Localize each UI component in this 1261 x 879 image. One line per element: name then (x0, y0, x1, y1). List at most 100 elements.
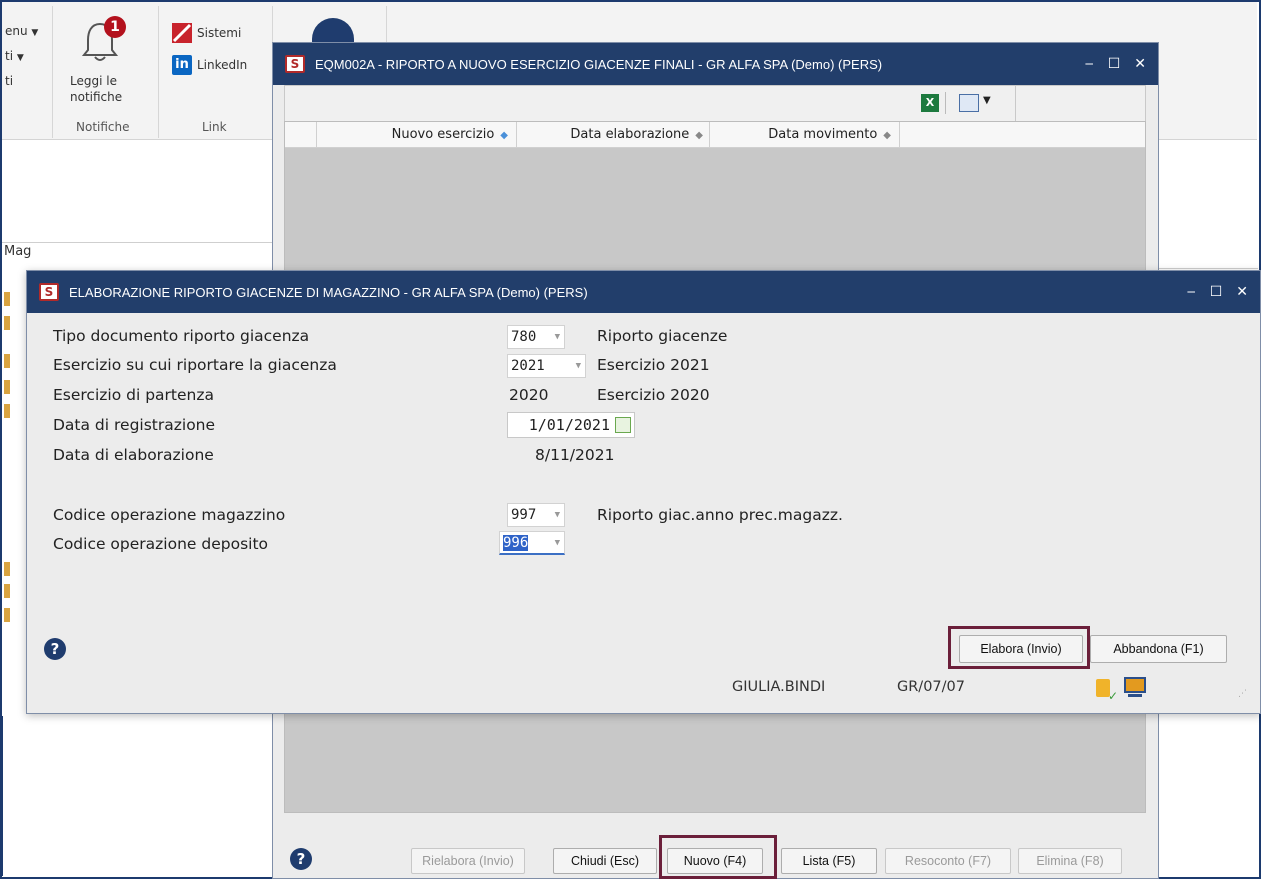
date-value: 1/01/2021 (528, 416, 610, 434)
toolbar-separator (1015, 86, 1016, 122)
codice-magazzino-description: Riporto giac.anno prec.magazz. (597, 506, 843, 524)
left-pane-label: Mag (4, 244, 32, 259)
excel-export-icon[interactable]: X (921, 94, 939, 112)
esercizio-riporto-combo[interactable]: 2021 ▼ (507, 354, 586, 378)
sistemi-link[interactable]: Sistemi (172, 22, 241, 44)
column-label: Data movimento (768, 127, 878, 142)
esercizio-partenza-label: Esercizio di partenza (53, 386, 214, 404)
close-icon[interactable]: ✕ (1134, 56, 1146, 72)
tree-node[interactable] (4, 608, 10, 622)
grid-settings-icon[interactable] (959, 94, 979, 112)
chevron-down-icon[interactable]: ▼ (983, 95, 991, 106)
window-controls: ‒ ☐ ✕ (1085, 56, 1146, 72)
esercizio-riporto-description: Esercizio 2021 (597, 356, 710, 374)
chevron-down-icon: ▼ (575, 361, 581, 371)
tree-node[interactable] (4, 404, 10, 418)
tree-node[interactable] (4, 292, 10, 306)
codice-magazzino-label: Codice operazione magazzino (53, 506, 286, 524)
tree-node[interactable] (4, 380, 10, 394)
group-label-notifiche: Notifiche (76, 120, 130, 134)
sistemi-logo-icon (172, 23, 192, 43)
ribbon-item-2[interactable]: ti ▼ (5, 49, 24, 63)
calendar-icon[interactable] (615, 417, 631, 433)
tree-node[interactable] (4, 316, 10, 330)
codice-deposito-combo[interactable]: 996 ▼ (499, 531, 565, 555)
tree-node[interactable] (4, 562, 10, 576)
dialog-form: Tipo documento riporto giacenza 780 ▼ Rip… (28, 313, 1259, 713)
pane-divider (1158, 268, 1258, 269)
group-label-link: Link (202, 120, 227, 134)
monitor-icon (1124, 677, 1146, 693)
codice-deposito-label: Codice operazione deposito (53, 535, 269, 553)
chevron-down-icon: ▼ (554, 510, 560, 520)
combo-value: 780 (511, 329, 537, 345)
help-icon[interactable]: ? (44, 638, 66, 660)
minimize-icon[interactable]: ‒ (1085, 56, 1094, 72)
highlight-elabora (948, 626, 1090, 669)
close-icon[interactable]: ✕ (1236, 284, 1248, 300)
tipo-documento-description: Riporto giacenze (597, 327, 728, 345)
dialog-elaborazione: S ELABORAZIONE RIPORTO GIACENZE DI MAGAZ… (26, 270, 1261, 714)
pane-divider (2, 242, 272, 243)
column-header-data-movimento[interactable]: Data movimento ◆ (710, 122, 900, 148)
window-title: EQM002A - RIPORTO A NUOVO ESERCIZIO GIAC… (315, 56, 883, 72)
esercizio-partenza-description: Esercizio 2020 (597, 386, 710, 404)
tipo-documento-combo[interactable]: 780 ▼ (507, 325, 565, 349)
ribbon-separator (158, 6, 159, 138)
tree-node[interactable] (4, 354, 10, 368)
sort-icon: ◆ (695, 130, 703, 141)
check-icon: ✓ (1108, 689, 1119, 703)
chevron-down-icon: ▼ (554, 538, 560, 548)
abbandona-button[interactable]: Abbandona (F1) (1090, 635, 1227, 663)
ribbon-item-3[interactable]: ti (5, 74, 13, 88)
esercizio-riporto-label: Esercizio su cui riportare la giacenza (53, 356, 337, 374)
notifications-label-line1: Leggi le (70, 74, 117, 88)
notifications-label-line2: notifiche (70, 90, 123, 104)
dialog-titlebar[interactable]: S ELABORAZIONE RIPORTO GIACENZE DI MAGAZ… (27, 271, 1260, 313)
data-registrazione-input[interactable]: 1/01/2021 (507, 412, 635, 438)
notifications-button[interactable]: 1 Leggi le notifiche (66, 16, 144, 112)
column-label: Nuovo esercizio (391, 127, 495, 142)
combo-value: 2021 (511, 358, 545, 374)
ribbon-item-3-label: ti (5, 74, 14, 88)
sort-icon: ◆ (500, 130, 508, 141)
resize-grip-icon[interactable]: ⋰ (1238, 689, 1247, 699)
codice-magazzino-combo[interactable]: 997 ▼ (507, 503, 565, 527)
combo-value-selected: 996 (503, 535, 529, 551)
resoconto-button[interactable]: Resoconto (F7) (885, 848, 1011, 874)
data-registrazione-label: Data di registrazione (53, 416, 216, 434)
window-titlebar[interactable]: S EQM002A - RIPORTO A NUOVO ESERCIZIO GI… (273, 43, 1158, 85)
chevron-down-icon: ▼ (16, 53, 24, 63)
tipo-documento-label: Tipo documento riporto giacenza (53, 327, 310, 345)
maximize-icon[interactable]: ☐ (1210, 284, 1223, 300)
combo-value: 997 (511, 507, 537, 523)
status-user: GIULIA.BINDI (732, 679, 826, 695)
minimize-icon[interactable]: ‒ (1187, 284, 1196, 300)
lista-button[interactable]: Lista (F5) (781, 848, 877, 874)
sort-icon: ◆ (883, 130, 891, 141)
linkedin-link[interactable]: in LinkedIn (172, 54, 247, 76)
window-button-bar: ? Rielabora (Invio) Chiudi (Esc) Nuovo (… (273, 823, 1158, 879)
ribbon-item-2-label: ti (5, 49, 14, 63)
column-header-data-elaborazione[interactable]: Data elaborazione ◆ (517, 122, 710, 148)
chevron-down-icon: ▼ (31, 28, 39, 38)
grid-header: Nuovo esercizio ◆ Data elaborazione ◆ Data… (285, 122, 1145, 148)
elimina-button[interactable]: Elimina (F8) (1018, 848, 1122, 874)
ribbon-menu-label: enu (5, 24, 28, 38)
app-logo-icon: S (285, 55, 305, 73)
chevron-down-icon: ▼ (554, 332, 560, 342)
column-header-nuovo-esercizio[interactable]: Nuovo esercizio ◆ (317, 122, 517, 148)
grid-row-indicator-header (285, 122, 317, 148)
esercizio-partenza-value: 2020 (509, 386, 549, 404)
column-label: Data elaborazione (570, 127, 690, 142)
ribbon-menu-item[interactable]: enu ▼ (5, 24, 38, 38)
dialog-title: ELABORAZIONE RIPORTO GIACENZE DI MAGAZZI… (69, 284, 588, 300)
chiudi-button[interactable]: Chiudi (Esc) (553, 848, 657, 874)
maximize-icon[interactable]: ☐ (1108, 56, 1121, 72)
highlight-nuovo (659, 835, 777, 879)
window-controls: ‒ ☐ ✕ (1187, 284, 1248, 300)
app-left-border (2, 716, 3, 876)
rielabora-button[interactable]: Rielabora (Invio) (411, 848, 525, 874)
help-icon[interactable]: ? (290, 848, 312, 870)
tree-node[interactable] (4, 584, 10, 598)
